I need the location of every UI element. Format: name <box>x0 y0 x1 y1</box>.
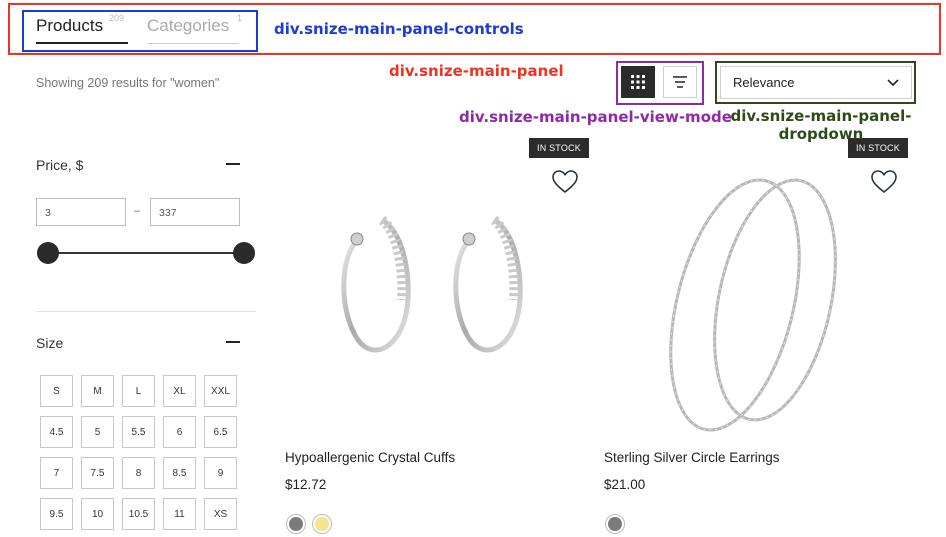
price-slider-max-handle[interactable] <box>233 242 255 264</box>
size-option[interactable]: 7.5 <box>81 457 114 489</box>
filter-divider <box>36 311 256 312</box>
price-min-input[interactable]: 3 <box>36 198 126 226</box>
product-title[interactable]: Sterling Silver Circle Earrings <box>604 450 780 465</box>
price-slider-min-handle[interactable] <box>37 242 59 264</box>
size-collapse-icon[interactable] <box>226 341 240 343</box>
product-price: $12.72 <box>285 477 327 492</box>
price-range-dash: – <box>134 205 141 217</box>
tab-categories-label: Categories <box>147 16 230 35</box>
grid-icon <box>631 75 645 89</box>
tab-products[interactable]: Products 209 <box>36 13 128 44</box>
product-image[interactable] <box>665 170 845 435</box>
product-image[interactable] <box>330 205 530 365</box>
size-option[interactable]: 11 <box>163 498 196 530</box>
color-swatch[interactable] <box>286 514 306 534</box>
size-option[interactable]: M <box>81 375 114 407</box>
wishlist-heart-icon[interactable] <box>871 170 897 194</box>
annotation-dropdown-label: div.snize-main-panel-dropdown <box>730 107 912 143</box>
size-option[interactable]: XS <box>204 498 237 530</box>
size-filter-title: Size <box>36 335 64 351</box>
results-summary: Showing 209 results for "women" <box>36 76 220 90</box>
list-icon <box>673 76 687 88</box>
chevron-down-icon <box>887 78 899 86</box>
size-option[interactable]: 4.5 <box>40 416 73 448</box>
price-collapse-icon[interactable] <box>226 163 240 165</box>
product-title[interactable]: Hypoallergenic Crystal Cuffs <box>285 450 455 465</box>
product-price: $21.00 <box>604 477 646 492</box>
tab-products-label: Products <box>36 16 104 35</box>
annotation-panel-label: div.snize-main-panel <box>389 62 564 80</box>
size-option[interactable]: XXL <box>204 375 237 407</box>
wishlist-heart-icon[interactable] <box>552 170 578 194</box>
size-option[interactable]: L <box>122 375 155 407</box>
size-option[interactable]: 8 <box>122 457 155 489</box>
color-swatch[interactable] <box>605 514 625 534</box>
size-option[interactable]: 5 <box>81 416 114 448</box>
size-option[interactable]: 5.5 <box>122 416 155 448</box>
tab-categories-count: 1 <box>237 13 243 23</box>
grid-view-button[interactable] <box>621 66 655 98</box>
annotation-controls-label: div.snize-main-panel-controls <box>274 20 524 38</box>
size-option[interactable]: 7 <box>40 457 73 489</box>
tab-products-count: 209 <box>109 13 125 23</box>
size-option[interactable]: 8.5 <box>163 457 196 489</box>
size-option[interactable]: 9.5 <box>40 498 73 530</box>
size-option[interactable]: 10.5 <box>122 498 155 530</box>
annotation-view-mode-label: div.snize-main-panel-view-mode <box>459 108 732 126</box>
size-option[interactable]: XL <box>163 375 196 407</box>
size-option[interactable]: 10 <box>81 498 114 530</box>
in-stock-badge: IN STOCK <box>529 138 589 158</box>
size-option[interactable]: 6 <box>163 416 196 448</box>
size-option[interactable]: 6.5 <box>204 416 237 448</box>
color-swatch[interactable] <box>312 514 332 534</box>
price-slider-track[interactable] <box>48 252 244 254</box>
size-option[interactable]: 9 <box>204 457 237 489</box>
list-view-button[interactable] <box>663 66 697 98</box>
tab-categories[interactable]: Categories 1 <box>147 13 243 44</box>
sort-selected-value: Relevance <box>733 75 795 90</box>
sort-dropdown[interactable]: Relevance <box>720 66 912 99</box>
size-option[interactable]: S <box>40 375 73 407</box>
price-filter-title: Price, $ <box>36 157 84 173</box>
price-max-input[interactable]: 337 <box>150 198 240 226</box>
